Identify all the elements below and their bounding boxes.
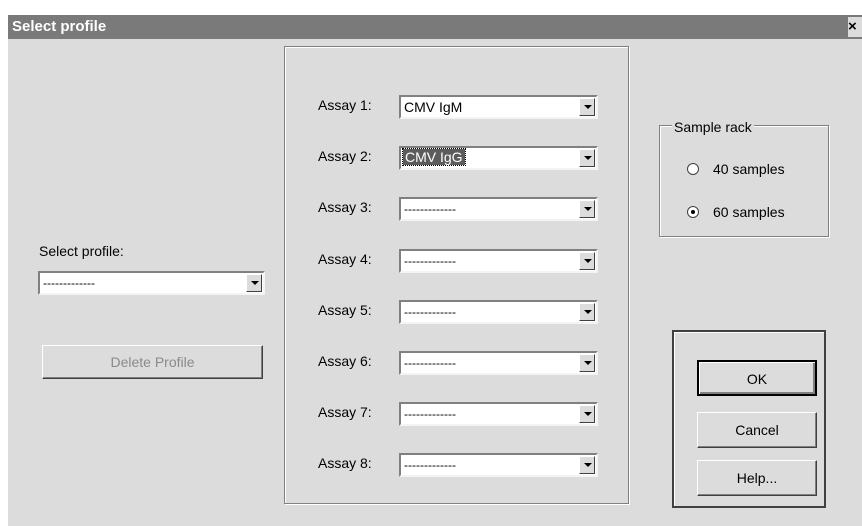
assay-7-label: Assay 7: xyxy=(318,404,372,420)
chevron-down-icon[interactable] xyxy=(246,274,262,292)
assay-2-label: Assay 2: xyxy=(318,148,372,164)
assay-7-value: ------------- xyxy=(404,407,456,421)
assay-2-dropdown[interactable]: CMV IgG xyxy=(399,146,598,170)
help-button[interactable]: Help... xyxy=(697,460,817,496)
close-icon[interactable]: × xyxy=(848,17,862,37)
sample-rack-title: Sample rack xyxy=(672,119,754,135)
assay-3-value: ------------- xyxy=(404,202,456,216)
assay-5-dropdown[interactable]: ------------- xyxy=(399,300,598,324)
radio-60-samples-label[interactable]: 60 samples xyxy=(713,204,785,220)
window-title: Select profile xyxy=(12,18,107,35)
chevron-down-icon[interactable] xyxy=(579,456,595,474)
assay-6-value: ------------- xyxy=(404,356,456,370)
radio-40-samples[interactable] xyxy=(687,163,699,175)
chevron-down-icon[interactable] xyxy=(579,149,595,167)
profile-dropdown-value: ------------- xyxy=(43,276,95,290)
chevron-down-icon[interactable] xyxy=(579,354,595,372)
assay-2-value: CMV IgG xyxy=(402,148,466,166)
assay-7-dropdown[interactable]: ------------- xyxy=(399,402,598,426)
chevron-down-icon[interactable] xyxy=(579,200,595,218)
assay-6-label: Assay 6: xyxy=(318,353,372,369)
chevron-down-icon[interactable] xyxy=(579,303,595,321)
assay-8-label: Assay 8: xyxy=(318,455,372,471)
assay-4-dropdown[interactable]: ------------- xyxy=(399,249,598,273)
assay-8-value: ------------- xyxy=(404,458,456,472)
chevron-down-icon[interactable] xyxy=(579,98,595,116)
profile-dropdown[interactable]: ------------- xyxy=(38,271,265,295)
assay-1-label: Assay 1: xyxy=(318,97,372,113)
assay-3-dropdown[interactable]: ------------- xyxy=(399,197,598,221)
chevron-down-icon[interactable] xyxy=(579,252,595,270)
assay-4-value: ------------- xyxy=(404,254,456,268)
assay-5-value: ------------- xyxy=(404,305,456,319)
radio-60-samples[interactable] xyxy=(687,206,699,218)
title-bar: Select profile × xyxy=(8,15,862,39)
assay-8-dropdown[interactable]: ------------- xyxy=(399,453,598,477)
assay-1-dropdown[interactable]: CMV IgM xyxy=(399,95,598,119)
cancel-button[interactable]: Cancel xyxy=(697,412,817,448)
assay-6-dropdown[interactable]: ------------- xyxy=(399,351,598,375)
delete-profile-button[interactable]: Delete Profile xyxy=(42,345,263,379)
chevron-down-icon[interactable] xyxy=(579,405,595,423)
select-profile-label: Select profile: xyxy=(39,243,124,259)
assay-5-label: Assay 5: xyxy=(318,302,372,318)
assay-4-label: Assay 4: xyxy=(318,251,372,267)
radio-40-samples-label[interactable]: 40 samples xyxy=(713,161,785,177)
assay-3-label: Assay 3: xyxy=(318,199,372,215)
ok-button[interactable]: OK xyxy=(697,360,817,396)
assay-1-value: CMV IgM xyxy=(404,99,463,115)
sample-rack-group xyxy=(659,125,829,237)
